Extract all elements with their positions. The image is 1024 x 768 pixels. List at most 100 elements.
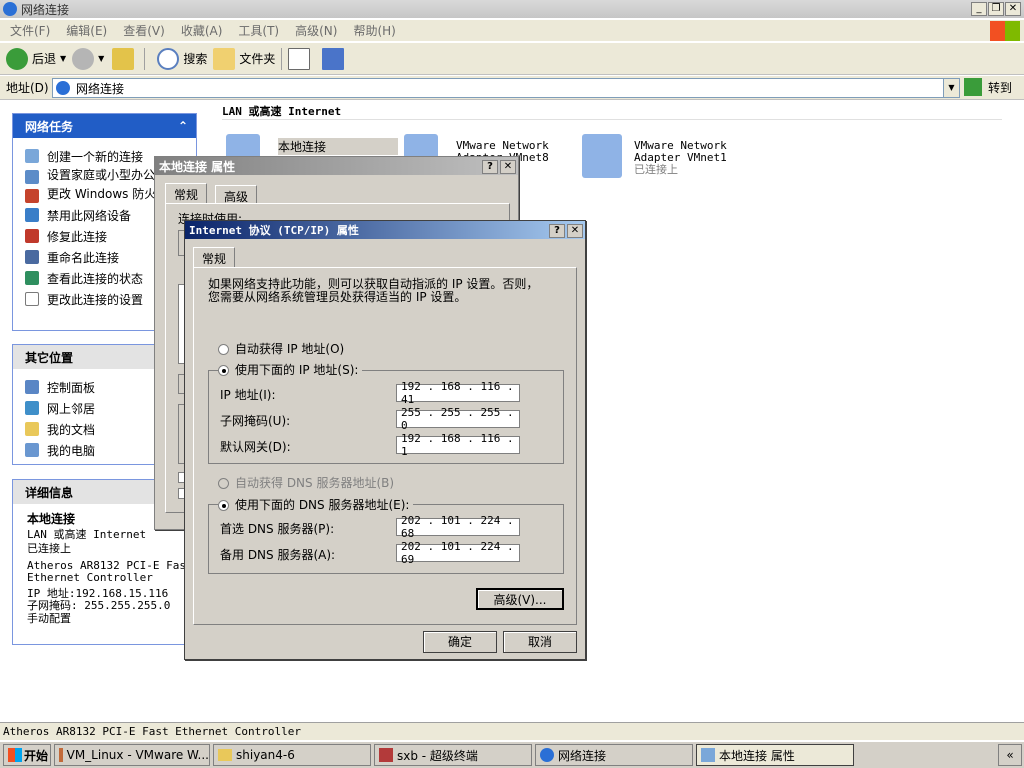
subnet-mask-label: 子网掩码(U): xyxy=(220,414,291,428)
disable-network-icon xyxy=(25,208,39,222)
taskbar-item[interactable]: VM_Linux - VMware W... xyxy=(54,744,210,766)
dialog-title-bar: 本地连接 属性 ? ✕ xyxy=(155,157,518,175)
new-connection-icon xyxy=(25,149,39,163)
network-icon xyxy=(540,748,554,762)
forward-button[interactable]: ▼ xyxy=(72,47,104,70)
gateway-input[interactable]: 192 . 168 . 116 . 1 xyxy=(396,432,520,458)
windows-logo-icon xyxy=(990,20,1020,41)
search-button[interactable]: 搜索 xyxy=(157,47,207,70)
radio-selected-icon xyxy=(218,500,229,511)
taskbar-item[interactable]: 本地连接 属性 xyxy=(696,744,854,766)
dropdown-arrow-icon[interactable]: ▼ xyxy=(943,79,959,97)
alternate-dns-label: 备用 DNS 服务器(A): xyxy=(220,548,336,562)
forward-arrow-icon xyxy=(72,47,95,70)
minimize-button[interactable]: _ xyxy=(971,2,987,16)
radio-selected-icon xyxy=(218,365,229,376)
settings-icon xyxy=(25,292,39,306)
windows-logo-icon xyxy=(8,748,22,762)
repair-icon xyxy=(25,229,39,243)
preferred-dns-input[interactable]: 202 . 101 . 224 . 68 xyxy=(396,514,520,540)
maximize-button[interactable]: ❐ xyxy=(988,2,1004,16)
gateway-label: 默认网关(D): xyxy=(220,440,291,454)
menu-advanced[interactable]: 高级(N) xyxy=(295,22,337,39)
network-adapter-icon xyxy=(582,134,622,178)
description-text: 如果网络支持此功能，则可以获取自动指派的 IP 设置。否则， 您需要从网络系统管… xyxy=(208,277,539,304)
manual-ip-radio[interactable]: 使用下面的 IP 地址(S): xyxy=(218,361,363,378)
connection-icon xyxy=(701,748,715,762)
advanced-button[interactable]: 高级(V)... xyxy=(476,588,564,610)
ip-address-label: IP 地址(I): xyxy=(220,388,276,402)
toolbar-separator xyxy=(144,47,146,70)
window-title: 网络连接 xyxy=(21,2,70,17)
group-header: LAN 或高速 Internet xyxy=(222,105,342,118)
documents-folder-icon xyxy=(25,422,39,436)
folders-button[interactable]: 文件夹 xyxy=(213,47,275,70)
close-button[interactable]: ✕ xyxy=(1005,2,1021,16)
ip-address-input[interactable]: 192 . 168 . 116 . 41 xyxy=(396,380,520,406)
tcpip-properties-dialog: Internet 协议 (TCP/IP) 属性 ? ✕ 常规 如果网络支持此功能，… xyxy=(184,220,586,660)
menu-favorites[interactable]: 收藏(A) xyxy=(181,22,223,39)
collapse-icon[interactable]: ⌃ xyxy=(178,119,188,133)
go-arrow-icon xyxy=(964,78,982,96)
details-type: LAN 或高速 Internet xyxy=(27,528,147,541)
folder-icon xyxy=(213,47,236,70)
computer-icon xyxy=(25,443,39,457)
taskbar-item[interactable]: shiyan4-6 xyxy=(213,744,371,766)
menu-bar: 文件(F) 编辑(E) 查看(V) 收藏(A) 工具(T) 高级(N) 帮助(H… xyxy=(0,20,1024,42)
details-adapter: Atheros AR8132 PCI-E Fast Ethernet Contr… xyxy=(27,559,193,584)
auto-dns-radio[interactable]: 自动获得 DNS 服务器地址(B) xyxy=(218,474,394,491)
up-folder-icon[interactable] xyxy=(112,47,135,70)
status-bar: Atheros AR8132 PCI-E Fast Ethernet Contr… xyxy=(0,722,1024,740)
start-button[interactable]: 开始 xyxy=(3,744,51,766)
alternate-dns-input[interactable]: 202 . 101 . 224 . 69 xyxy=(396,540,520,566)
toolbar: 后退 ▼ ▼ 搜索 文件夹 xyxy=(0,43,1024,75)
views-icon[interactable] xyxy=(322,47,345,70)
details-mode: 手动配置 xyxy=(27,612,71,625)
network-places-icon xyxy=(25,401,39,415)
cancel-button[interactable]: 取消 xyxy=(503,631,577,653)
menu-edit[interactable]: 编辑(E) xyxy=(66,22,107,39)
back-button[interactable]: 后退 ▼ xyxy=(6,47,66,70)
address-input[interactable]: 网络连接 ▼ xyxy=(52,78,960,98)
address-label: 地址(D) xyxy=(6,81,49,95)
menu-file[interactable]: 文件(F) xyxy=(10,22,50,39)
dialog-title: Internet 协议 (TCP/IP) 属性 xyxy=(189,224,359,237)
title-bar: 网络连接 _ ❐ ✕ xyxy=(0,0,1024,18)
close-button[interactable]: ✕ xyxy=(567,224,583,238)
go-button[interactable]: 转到 xyxy=(964,78,1012,96)
toolbar-separator xyxy=(281,47,283,70)
vmware-icon xyxy=(59,748,63,762)
home-network-icon xyxy=(25,170,39,184)
ok-button[interactable]: 确定 xyxy=(423,631,497,653)
address-bar: 地址(D) 网络连接 ▼ 转到 xyxy=(0,76,1024,100)
radio-icon xyxy=(218,344,229,355)
manual-dns-radio[interactable]: 使用下面的 DNS 服务器地址(E): xyxy=(218,496,414,513)
taskbar-item[interactable]: 网络连接 xyxy=(535,744,693,766)
tab-advanced[interactable]: 高级 xyxy=(215,185,258,204)
network-icon xyxy=(56,81,70,95)
preferred-dns-label: 首选 DNS 服务器(P): xyxy=(220,522,335,536)
help-button[interactable]: ? xyxy=(482,160,498,174)
tray-expand-button[interactable]: « xyxy=(998,744,1022,766)
firewall-icon xyxy=(25,189,39,203)
connection-name: 本地连接 xyxy=(278,138,398,155)
subnet-mask-input[interactable]: 255 . 255 . 255 . 0 xyxy=(396,406,520,432)
panel-header[interactable]: 网络任务 ⌃ xyxy=(13,114,196,138)
menu-tools[interactable]: 工具(T) xyxy=(238,22,279,39)
menu-view[interactable]: 查看(V) xyxy=(123,22,165,39)
menu-help[interactable]: 帮助(H) xyxy=(353,22,395,39)
details-status: 已连接上 xyxy=(27,542,71,555)
help-button[interactable]: ? xyxy=(549,224,565,238)
properties-icon[interactable] xyxy=(288,47,311,70)
folder-icon xyxy=(218,749,232,761)
group-divider xyxy=(222,119,1002,120)
radio-disabled-icon xyxy=(218,478,229,489)
close-button[interactable]: ✕ xyxy=(500,160,516,174)
control-panel-icon xyxy=(25,380,39,394)
back-arrow-icon xyxy=(6,47,28,70)
tab-general[interactable]: 常规 xyxy=(165,183,208,203)
taskbar: 开始 VM_Linux - VMware W... shiyan4-6 sxb … xyxy=(0,741,1024,768)
taskbar-item[interactable]: sxb - 超级终端 xyxy=(374,744,532,766)
auto-ip-radio[interactable]: 自动获得 IP 地址(O) xyxy=(218,340,344,357)
tab-general[interactable]: 常规 xyxy=(193,247,236,267)
